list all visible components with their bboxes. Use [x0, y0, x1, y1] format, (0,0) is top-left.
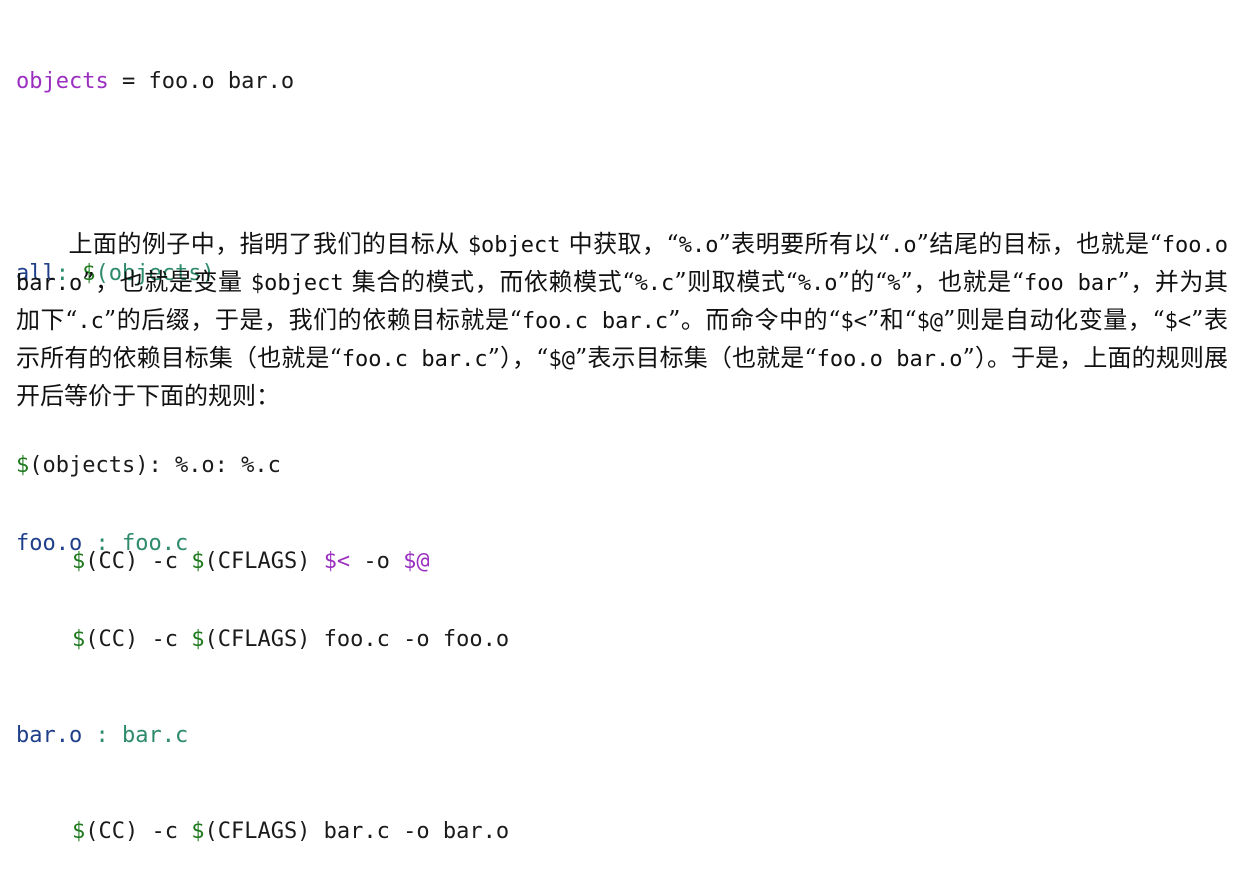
- code-line-bar-rule: bar.o : bar.c: [16, 720, 509, 752]
- paragraph-text: ”，也就是变量: [82, 268, 251, 296]
- inline-code: $object: [467, 233, 561, 258]
- inline-code: $@: [548, 347, 575, 372]
- code-dependency: foo.c: [121, 531, 189, 556]
- inline-code: .o: [890, 233, 917, 258]
- code-line-foo-command: $(CC) -c $(CFLAGS) foo.c -o foo.o: [16, 624, 509, 656]
- inline-code: %.o: [797, 271, 838, 296]
- code-target: foo.o: [16, 531, 83, 556]
- paragraph-text: ”，也就是“: [900, 268, 1025, 296]
- inline-code: foo.c bar.c: [341, 347, 488, 372]
- inline-code: %.o: [678, 233, 719, 258]
- inline-code: $<: [840, 309, 867, 334]
- paragraph-text: ”结尾的目标，也就是“: [916, 230, 1162, 258]
- code-line-bar-command: $(CC) -c $(CFLAGS) bar.c -o bar.o: [16, 816, 509, 848]
- code-dependency: bar.c: [121, 723, 189, 748]
- code-text: (CFLAGS) foo.c -o foo.o: [204, 627, 510, 652]
- code-text: (CC) -c: [85, 819, 192, 844]
- paragraph-text: ”表示目标集（也就是“: [574, 344, 817, 372]
- code-variable: objects: [16, 69, 109, 94]
- paragraph-text: ”则取模式“: [674, 268, 798, 296]
- code-line-objects: objects = foo.o bar.o: [16, 66, 430, 98]
- inline-code: foo.o bar.o: [816, 347, 963, 372]
- inline-code: $object: [250, 271, 344, 296]
- code-text: = foo.o bar.o: [108, 69, 295, 94]
- paragraph-text: ”和“: [866, 306, 917, 334]
- inline-code: $@: [916, 309, 944, 334]
- paragraph-text: ”的“: [837, 268, 888, 296]
- code-block-expanded-rules: foo.o : foo.c $(CC) -c $(CFLAGS) foo.c -…: [16, 464, 509, 880]
- inline-code: foo.c bar.c: [521, 309, 669, 334]
- paragraph-text: ”的后缀，于是，我们的依赖目标就是“: [103, 306, 522, 334]
- code-dollar: $: [72, 819, 86, 844]
- inline-code: $<: [1164, 309, 1192, 334]
- code-separator: :: [82, 531, 122, 556]
- inline-code: %.c: [634, 271, 675, 296]
- paragraph-text: ”则是自动化变量，“: [943, 306, 1165, 334]
- code-separator: :: [82, 723, 122, 748]
- code-text: (CC) -c: [85, 627, 192, 652]
- paragraph-text: 集合的模式，而依赖模式“: [343, 268, 635, 296]
- inline-code: .c: [77, 309, 104, 334]
- code-dollar: $: [191, 819, 205, 844]
- paragraph-text: 上面的例子中，指明了我们的目标从: [68, 230, 468, 258]
- explanation-paragraph: 上面的例子中，指明了我们的目标从 $object 中获取，“%.o”表明要所有以…: [16, 226, 1228, 414]
- code-target: bar.o: [16, 723, 83, 748]
- inline-code: foo bar: [1024, 271, 1118, 296]
- code-text: (CFLAGS) bar.c -o bar.o: [204, 819, 510, 844]
- paragraph-text: 中获取，“: [560, 230, 679, 258]
- paragraph-text: ”），“: [487, 344, 549, 372]
- paragraph-text: ”。而命令中的“: [668, 306, 841, 334]
- code-line-foo-rule: foo.o : foo.c: [16, 528, 509, 560]
- code-dollar: $: [72, 627, 86, 652]
- code-dollar: $: [191, 627, 205, 652]
- paragraph-text: ”表明要所有以“: [718, 230, 891, 258]
- inline-code: %: [887, 271, 901, 296]
